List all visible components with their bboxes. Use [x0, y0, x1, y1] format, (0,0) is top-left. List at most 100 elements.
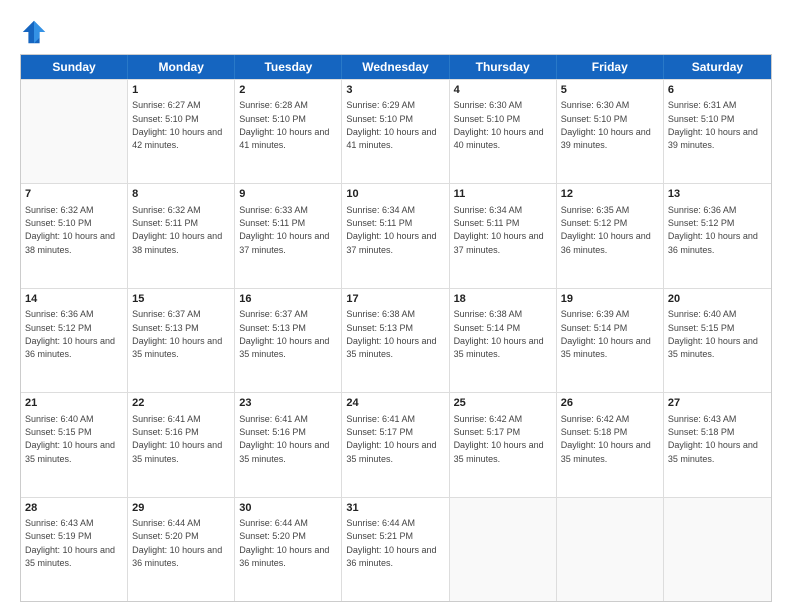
- day-number: 10: [346, 187, 444, 202]
- day-cell-29: 29Sunrise: 6:44 AMSunset: 5:20 PMDayligh…: [128, 498, 235, 601]
- sunrise: Sunrise: 6:44 AM: [239, 518, 308, 528]
- day-number: 7: [25, 187, 123, 202]
- daylight: Daylight: 10 hours and 35 minutes.: [239, 440, 329, 463]
- sunset: Sunset: 5:17 PM: [346, 427, 413, 437]
- day-cell-23: 23Sunrise: 6:41 AMSunset: 5:16 PMDayligh…: [235, 393, 342, 496]
- day-cell-15: 15Sunrise: 6:37 AMSunset: 5:13 PMDayligh…: [128, 289, 235, 392]
- daylight: Daylight: 10 hours and 35 minutes.: [25, 545, 115, 568]
- day-number: 19: [561, 292, 659, 307]
- day-number: 16: [239, 292, 337, 307]
- day-cell-22: 22Sunrise: 6:41 AMSunset: 5:16 PMDayligh…: [128, 393, 235, 496]
- day-number: 6: [668, 83, 767, 98]
- day-number: 9: [239, 187, 337, 202]
- sunset: Sunset: 5:12 PM: [561, 218, 628, 228]
- day-cell-11: 11Sunrise: 6:34 AMSunset: 5:11 PMDayligh…: [450, 184, 557, 287]
- calendar-row-2: 7 Sunrise: 6:32 AM Sunset: 5:10 PM Daylight…: [21, 183, 771, 287]
- day-cell-18: 18Sunrise: 6:38 AMSunset: 5:14 PMDayligh…: [450, 289, 557, 392]
- sunset: Sunset: 5:10 PM: [132, 114, 199, 124]
- calendar: SundayMondayTuesdayWednesdayThursdayFrid…: [20, 54, 772, 602]
- daylight: Daylight: 10 hours and 37 minutes.: [454, 231, 544, 254]
- header-cell-friday: Friday: [557, 55, 664, 79]
- sunrise: Sunrise: 6:41 AM: [239, 414, 308, 424]
- daylight: Daylight: 10 hours and 37 minutes.: [239, 231, 329, 254]
- day-cell-12: 12Sunrise: 6:35 AMSunset: 5:12 PMDayligh…: [557, 184, 664, 287]
- calendar-row-1: 1Sunrise: 6:27 AMSunset: 5:10 PMDaylight…: [21, 79, 771, 183]
- sunset: Sunset: 5:11 PM: [239, 218, 305, 228]
- day-number: 3: [346, 83, 444, 98]
- sunset: Sunset: 5:21 PM: [346, 531, 413, 541]
- sunset: Sunset: 5:10 PM: [239, 114, 306, 124]
- day-cell-20: 20Sunrise: 6:40 AMSunset: 5:15 PMDayligh…: [664, 289, 771, 392]
- header-cell-sunday: Sunday: [21, 55, 128, 79]
- sunset: Sunset: 5:14 PM: [454, 323, 521, 333]
- day-cell-21: 21Sunrise: 6:40 AMSunset: 5:15 PMDayligh…: [21, 393, 128, 496]
- sunrise: Sunrise: 6:38 AM: [346, 309, 415, 319]
- day-cell-10: 10Sunrise: 6:34 AMSunset: 5:11 PMDayligh…: [342, 184, 449, 287]
- day-cell-9: 9Sunrise: 6:33 AMSunset: 5:11 PMDaylight…: [235, 184, 342, 287]
- day-number: 13: [668, 187, 767, 202]
- empty-cell-r4c4: [450, 498, 557, 601]
- sunset: Sunset: 5:12 PM: [668, 218, 735, 228]
- sunrise: Sunrise: 6:38 AM: [454, 309, 523, 319]
- calendar-header: SundayMondayTuesdayWednesdayThursdayFrid…: [21, 55, 771, 79]
- sunrise: Sunrise: 6:40 AM: [668, 309, 737, 319]
- sunset: Sunset: 5:16 PM: [239, 427, 306, 437]
- sunset: Sunset: 5:12 PM: [25, 323, 92, 333]
- day-cell-26: 26Sunrise: 6:42 AMSunset: 5:18 PMDayligh…: [557, 393, 664, 496]
- daylight: Daylight: 10 hours and 36 minutes.: [561, 231, 651, 254]
- daylight: Daylight: 10 hours and 35 minutes.: [132, 336, 222, 359]
- day-number: 29: [132, 501, 230, 516]
- sunrise: Sunrise: 6:36 AM: [668, 205, 737, 215]
- daylight: Daylight: 10 hours and 35 minutes.: [132, 440, 222, 463]
- day-number: 17: [346, 292, 444, 307]
- sunrise: Sunrise: 6:37 AM: [132, 309, 201, 319]
- sunset: Sunset: 5:17 PM: [454, 427, 521, 437]
- sunrise: Sunrise: 6:31 AM: [668, 100, 737, 110]
- sunset: Sunset: 5:10 PM: [346, 114, 413, 124]
- daylight: Daylight: 10 hours and 36 minutes.: [668, 231, 758, 254]
- day-number: 21: [25, 396, 123, 411]
- daylight: Daylight: 10 hours and 36 minutes.: [346, 545, 436, 568]
- sunrise: Sunrise: 6:42 AM: [454, 414, 523, 424]
- day-number: 5: [561, 83, 659, 98]
- day-number: 11: [454, 187, 552, 202]
- sunrise: Sunrise: 6:30 AM: [454, 100, 523, 110]
- empty-cell-r4c6: [664, 498, 771, 601]
- sunset: Sunset: 5:11 PM: [132, 218, 198, 228]
- sunrise: Sunrise: 6:39 AM: [561, 309, 630, 319]
- header-cell-monday: Monday: [128, 55, 235, 79]
- daylight: Daylight: 10 hours and 38 minutes.: [25, 231, 115, 254]
- sunrise: Sunrise: 6:32 AM: [132, 205, 201, 215]
- day-cell-3: 3Sunrise: 6:29 AMSunset: 5:10 PMDaylight…: [342, 80, 449, 183]
- daylight: Daylight: 10 hours and 36 minutes.: [25, 336, 115, 359]
- sunrise: Sunrise: 6:42 AM: [561, 414, 630, 424]
- sunset: Sunset: 5:18 PM: [561, 427, 628, 437]
- daylight: Daylight: 10 hours and 40 minutes.: [454, 127, 544, 150]
- daylight: Daylight: 10 hours and 38 minutes.: [132, 231, 222, 254]
- daylight: Daylight: 10 hours and 35 minutes.: [668, 440, 758, 463]
- daylight: Daylight: 10 hours and 35 minutes.: [346, 440, 436, 463]
- day-cell-4: 4Sunrise: 6:30 AMSunset: 5:10 PMDaylight…: [450, 80, 557, 183]
- sunrise: Sunrise: 6:28 AM: [239, 100, 308, 110]
- day-number: 15: [132, 292, 230, 307]
- day-number: 28: [25, 501, 123, 516]
- sunrise: Sunrise: 6:36 AM: [25, 309, 94, 319]
- daylight: Daylight: 10 hours and 35 minutes.: [346, 336, 436, 359]
- sunrise: Sunrise: 6:29 AM: [346, 100, 415, 110]
- sunset: Sunset: 5:10 PM: [25, 218, 92, 228]
- sunset: Sunset: 5:10 PM: [561, 114, 628, 124]
- sunset: Sunset: 5:13 PM: [239, 323, 306, 333]
- daylight: Daylight: 10 hours and 39 minutes.: [668, 127, 758, 150]
- sunrise: Sunrise: 6:41 AM: [346, 414, 415, 424]
- day-number: 18: [454, 292, 552, 307]
- sunrise: Sunrise: 6:32 AM: [25, 205, 94, 215]
- daylight: Daylight: 10 hours and 35 minutes.: [561, 336, 651, 359]
- sunrise: Sunrise: 6:27 AM: [132, 100, 201, 110]
- sunrise: Sunrise: 6:34 AM: [454, 205, 523, 215]
- daylight: Daylight: 10 hours and 42 minutes.: [132, 127, 222, 150]
- daylight: Daylight: 10 hours and 35 minutes.: [561, 440, 651, 463]
- daylight: Daylight: 10 hours and 41 minutes.: [239, 127, 329, 150]
- day-cell-16: 16Sunrise: 6:37 AMSunset: 5:13 PMDayligh…: [235, 289, 342, 392]
- daylight: Daylight: 10 hours and 36 minutes.: [132, 545, 222, 568]
- day-cell-24: 24Sunrise: 6:41 AMSunset: 5:17 PMDayligh…: [342, 393, 449, 496]
